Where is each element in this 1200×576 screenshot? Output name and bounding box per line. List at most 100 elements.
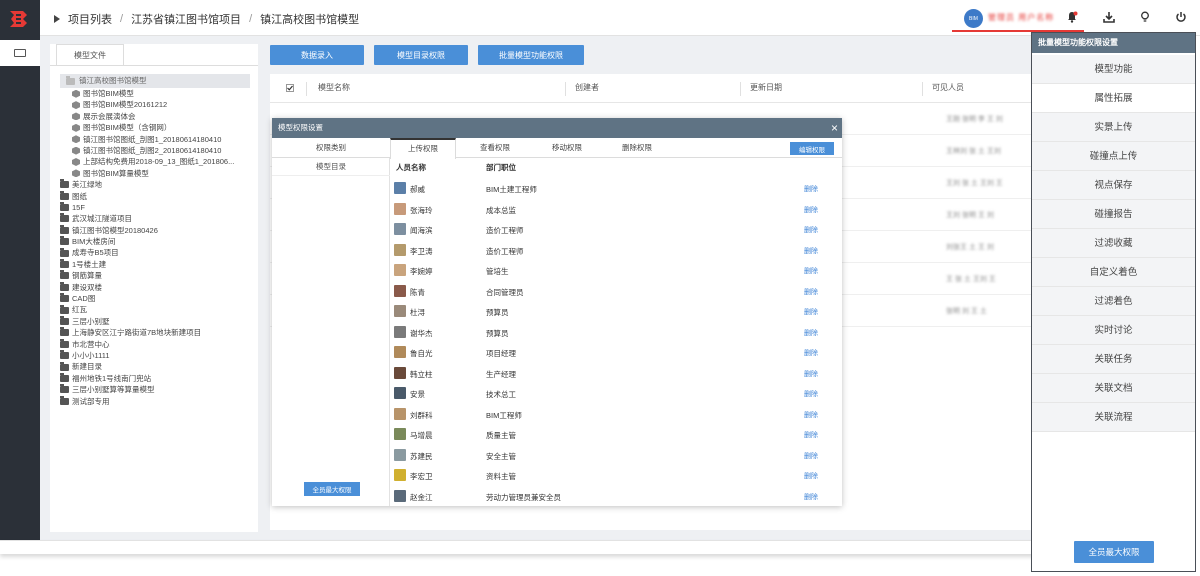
rail-model-tab[interactable]	[0, 40, 40, 66]
tree-model-item[interactable]: 图书馆BIM模型20161212	[60, 99, 250, 110]
tree-item-label: 武汉城江隧道项目	[72, 214, 132, 224]
tree-folder-item[interactable]: CAD图	[60, 293, 250, 304]
select-all-checkbox[interactable]	[286, 74, 294, 102]
folder-icon	[60, 247, 69, 257]
delete-link[interactable]: 删除	[804, 184, 818, 194]
bell-icon[interactable]	[1065, 10, 1079, 24]
close-icon[interactable]: ×	[831, 120, 838, 136]
person-name: 张海玲	[410, 205, 433, 215]
function-item[interactable]: 自定义着色	[1032, 258, 1195, 287]
tree-model-item[interactable]: 图书馆BIM算量模型	[60, 168, 250, 179]
delete-link[interactable]: 删除	[804, 430, 818, 440]
folder-icon	[60, 395, 69, 405]
tree-folder-item[interactable]: 图纸	[60, 190, 250, 202]
tree-model-item[interactable]: 图书馆BIM模型	[60, 88, 250, 99]
breadcrumb-item-model: 镇江高校图书馆模型	[260, 14, 360, 26]
tree-folder-item[interactable]: BIM大楼房间	[60, 236, 250, 247]
tree-folder-item[interactable]: 美江绿地	[60, 179, 250, 190]
col-header-update-date[interactable]: 更新日期	[750, 74, 782, 102]
category-item-model-directory[interactable]: 模型目录	[272, 158, 390, 176]
tree-item-label: 福州地铁1号线南门兜站	[72, 373, 152, 383]
delete-link[interactable]: 删除	[804, 205, 818, 215]
tree-item-label: 成寿寺B5项目	[72, 248, 119, 258]
tree-model-item[interactable]: 上部结构免费用2018-09_13_图纸1_201806...	[60, 156, 250, 167]
delete-link[interactable]: 删除	[804, 410, 818, 420]
tree-model-item[interactable]: 镇江图书馆图纸_剖图2_20180614180410	[60, 145, 250, 156]
tab-move-permission[interactable]: 移动权限	[534, 138, 600, 158]
tree-item-label: 镇江图书馆图纸_剖图2_20180614180410	[83, 145, 222, 155]
delete-link[interactable]: 删除	[804, 389, 818, 399]
col-header-model-name[interactable]: 模型名称	[318, 74, 350, 102]
batch-permission-button[interactable]: 批量模型功能权限	[478, 45, 584, 65]
function-item[interactable]: 关联文档	[1032, 374, 1195, 403]
tree-folder-item[interactable]: 建设双楼	[60, 281, 250, 293]
breadcrumb-item-project[interactable]: 江苏省镇江图书馆项目	[131, 11, 241, 27]
person-name: 谢华杰	[410, 328, 433, 338]
folder-icon	[60, 202, 69, 212]
function-item[interactable]: 关联任务	[1032, 345, 1195, 374]
tree-folder-item[interactable]: 红瓦	[60, 304, 250, 315]
tree-model-item[interactable]: 图书馆BIM模型（含钢网）	[60, 122, 250, 133]
tree-item-label: 市北营中心	[72, 339, 110, 349]
breadcrumb-item-projects[interactable]: 项目列表	[68, 11, 112, 27]
tree-model-item[interactable]: 展示会展演体会	[60, 111, 250, 122]
person-dept: 安全主管	[486, 451, 516, 461]
tree-folders: 美江绿地 图纸 15F 武汉城江隧道项目 镇江图书馆模型20180426 BIM大楼房间成…	[60, 179, 250, 407]
delete-link[interactable]: 删除	[804, 266, 818, 276]
tree-root[interactable]: 镇江高校图书馆模型	[60, 74, 250, 88]
delete-link[interactable]: 删除	[804, 348, 818, 358]
lightbulb-icon[interactable]	[1138, 10, 1152, 24]
delete-link[interactable]: 删除	[804, 246, 818, 256]
tree-folder-item[interactable]: 武汉城江隧道项目	[60, 213, 250, 224]
tab-view-permission[interactable]: 查看权限	[462, 138, 528, 158]
edit-permission-button[interactable]: 编辑权限	[790, 142, 834, 155]
delete-link[interactable]: 删除	[804, 492, 818, 502]
power-icon[interactable]	[1174, 10, 1188, 24]
function-item[interactable]: 过滤收藏	[1032, 229, 1195, 258]
tree-folder-item[interactable]: 测试部专用	[60, 395, 250, 407]
delete-link[interactable]: 删除	[804, 225, 818, 235]
delete-link[interactable]: 删除	[804, 287, 818, 297]
folder-icon	[60, 304, 69, 314]
tree-folder-item[interactable]: 三层小别墅	[60, 316, 250, 327]
tree-folder-item[interactable]: 15F	[60, 202, 250, 213]
delete-link[interactable]: 删除	[804, 307, 818, 317]
tree-folder-item[interactable]: 上海静安区江宁路街道7B地块新建项目	[60, 327, 250, 338]
delete-link[interactable]: 删除	[804, 451, 818, 461]
tab-model-files[interactable]: 模型文件	[56, 44, 124, 66]
function-item[interactable]: 模型功能	[1032, 55, 1195, 84]
tree-folder-item[interactable]: 成寿寺B5项目	[60, 247, 250, 258]
function-item[interactable]: 实景上传	[1032, 113, 1195, 142]
data-entry-button[interactable]: 数据录入	[270, 45, 364, 65]
download-icon[interactable]	[1102, 10, 1116, 24]
function-item[interactable]: 属性拓展	[1032, 84, 1195, 113]
tab-permission-category[interactable]: 权限类别	[272, 138, 390, 158]
tree-folder-item[interactable]: 福州地铁1号线南门兜站	[60, 372, 250, 384]
col-header-visible-users[interactable]: 可见人员	[932, 74, 964, 102]
delete-link[interactable]: 删除	[804, 471, 818, 481]
tree-folder-item[interactable]: 1号楼土建	[60, 259, 250, 270]
tab-upload-permission[interactable]: 上传权限	[390, 138, 456, 159]
tree-folder-item[interactable]: 镇江图书馆模型20180426	[60, 224, 250, 236]
delete-link[interactable]: 删除	[804, 369, 818, 379]
tree-folder-item[interactable]: 新建目录	[60, 361, 250, 372]
function-item[interactable]: 实时讨论	[1032, 316, 1195, 345]
tab-delete-permission[interactable]: 删除权限	[604, 138, 670, 158]
tree-item-label: 小小小1111	[72, 350, 110, 360]
delete-link[interactable]: 删除	[804, 328, 818, 338]
directory-permission-button[interactable]: 模型目录权限	[374, 45, 468, 65]
function-item[interactable]: 碰撞点上传	[1032, 142, 1195, 171]
tree-folder-item[interactable]: 小小小1111	[60, 350, 250, 361]
function-item[interactable]: 过滤着色	[1032, 287, 1195, 316]
person-name: 李宏卫	[410, 472, 433, 481]
col-header-creator[interactable]: 创建者	[575, 74, 599, 102]
tree-folder-item[interactable]: 钢筋算量	[60, 270, 250, 281]
function-item[interactable]: 关联流程	[1032, 403, 1195, 432]
tree-model-item[interactable]: 镇江图书馆图纸_剖图1_20180614180410	[60, 134, 250, 145]
grant-all-max-permission-button[interactable]: 全员最大权限	[304, 482, 360, 496]
function-item[interactable]: 碰撞报告	[1032, 200, 1195, 229]
grant-all-max-permission-button[interactable]: 全员最大权限	[1074, 541, 1154, 563]
tree-folder-item[interactable]: 市北营中心	[60, 338, 250, 350]
tree-folder-item[interactable]: 三层小别墅算等算量模型	[60, 384, 250, 395]
function-item[interactable]: 视点保存	[1032, 171, 1195, 200]
